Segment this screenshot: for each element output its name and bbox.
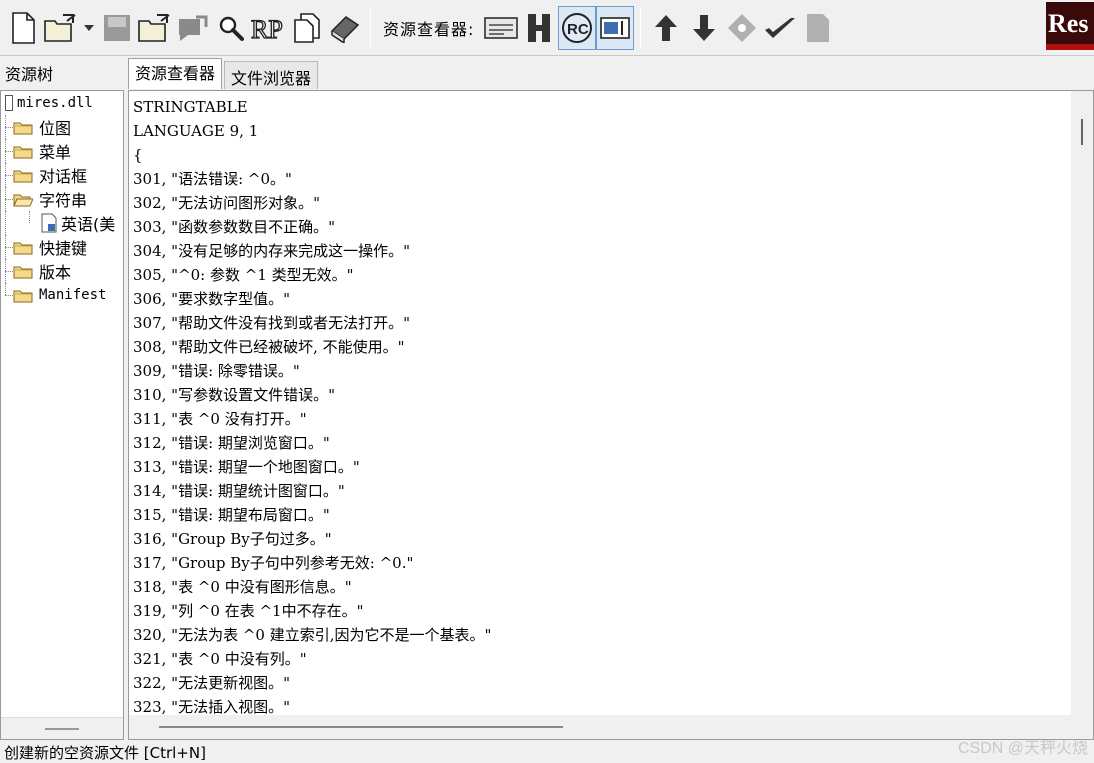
tree-item-string-english[interactable]: 英语(美 <box>1 211 123 235</box>
editor-line: 312, "错误: 期望浏览窗口。" <box>133 434 330 452</box>
editor-line: 301, "语法错误: ^0。" <box>133 170 292 188</box>
editor-line: 306, "要求数字型值。" <box>133 290 290 308</box>
save-icon[interactable] <box>98 6 136 50</box>
binary-view-icon[interactable] <box>482 6 520 50</box>
scrollbar-thumb[interactable] <box>45 728 79 730</box>
file-icon <box>5 95 13 111</box>
editor-line: 309, "错误: 除零错误。" <box>133 362 300 380</box>
copy-icon[interactable] <box>288 6 326 50</box>
editor-line: 321, "表 ^0 中没有列。" <box>133 650 307 668</box>
tree-item-bitmap[interactable]: 位图 <box>1 115 123 139</box>
status-bar: 创建新的空资源文件 [Ctrl+N] <box>4 744 206 762</box>
folder-icon <box>13 122 33 134</box>
editor-line: 317, "Group By子句中列参考无效: ^0." <box>133 554 414 572</box>
tree-item-label: Manifest <box>39 287 107 303</box>
editor-line: 311, "表 ^0 没有打开。" <box>133 410 307 428</box>
tree-item-label: 对话框 <box>39 167 88 186</box>
folder-icon <box>13 290 33 302</box>
folder-icon <box>13 266 33 278</box>
resource-editor[interactable]: STRINGTABLE LANGUAGE 9, 1 {301, "语法错误: ^0。… <box>128 90 1094 740</box>
checkmark-icon[interactable] <box>761 6 799 50</box>
arrow-up-icon[interactable] <box>647 6 685 50</box>
help-book-icon[interactable] <box>326 6 364 50</box>
rc-view-icon[interactable]: RC <box>558 5 597 50</box>
tree-horizontal-scrollbar[interactable] <box>1 717 123 739</box>
editor-line: 307, "帮助文件没有找到或者无法打开。" <box>133 314 410 332</box>
arrow-down-icon[interactable] <box>685 6 723 50</box>
view-tabs: 资源查看器 文件浏览器 <box>128 57 320 89</box>
editor-line: 305, "^0: 参数 ^1 类型无效。" <box>133 266 354 284</box>
tree-item-menu[interactable]: 菜单 <box>1 139 123 163</box>
tab-file-browser[interactable]: 文件浏览器 <box>224 61 319 89</box>
editor-line: 302, "无法访问图形对象。" <box>133 194 320 212</box>
editor-line: 322, "无法更新视图。" <box>133 674 290 692</box>
editor-line: 319, "列 ^0 在表 ^1中不存在。" <box>133 602 364 620</box>
folder-icon <box>13 242 33 254</box>
editor-line: 318, "表 ^0 中没有图形信息。" <box>133 578 352 596</box>
tree-item-accelerator[interactable]: 快捷键 <box>1 235 123 259</box>
editor-line: 304, "没有足够的内存来完成这一操作。" <box>133 242 410 260</box>
editor-line: 315, "错误: 期望布局窗口。" <box>133 506 330 524</box>
resource-tree: mires.dll 位图 菜单 对话框 字符串 英语(美 快捷键 版本 Mani… <box>0 90 124 740</box>
resource-tree-title: 资源树 <box>5 65 54 84</box>
watermark: CSDN @天秤火烧 <box>957 740 1088 757</box>
folder-icon <box>13 170 33 182</box>
tree-item-label: 位图 <box>39 119 72 138</box>
editor-line: LANGUAGE 9, 1 <box>133 122 259 140</box>
folder-icon <box>13 146 33 158</box>
tab-resource-viewer[interactable]: 资源查看器 <box>128 58 223 89</box>
resource-icon[interactable] <box>174 6 212 50</box>
tree-item-label: 版本 <box>39 263 72 282</box>
folder-open-icon <box>13 194 33 206</box>
svg-text:RC: RC <box>567 21 589 38</box>
tree-item-string[interactable]: 字符串 <box>1 187 123 211</box>
editor-line: 320, "无法为表 ^0 建立索引,因为它不是一个基表。" <box>133 626 492 644</box>
chevron-down-icon[interactable] <box>80 6 98 50</box>
tree-item-manifest[interactable]: Manifest <box>1 283 123 307</box>
search-icon[interactable] <box>212 6 250 50</box>
toolbar-separator <box>370 8 371 47</box>
open-folder-icon[interactable] <box>136 6 174 50</box>
toolbar-separator <box>640 8 642 47</box>
app-logo: Res <box>1046 2 1094 50</box>
move-icon[interactable] <box>723 6 761 50</box>
tree-item-label: 菜单 <box>39 143 72 162</box>
editor-line: 316, "Group By子句过多。" <box>133 530 332 548</box>
open-folder-icon[interactable] <box>42 6 80 50</box>
editor-line: 314, "错误: 期望统计图窗口。" <box>133 482 345 500</box>
editor-text[interactable]: STRINGTABLE LANGUAGE 9, 1 {301, "语法错误: ^0。… <box>133 97 1069 721</box>
replace-icon[interactable]: RP <box>250 6 288 50</box>
editor-line: STRINGTABLE <box>133 98 248 116</box>
editor-line: { <box>133 146 143 164</box>
page-icon[interactable] <box>799 6 837 50</box>
tree-root-label: mires.dll <box>17 95 93 111</box>
toolbar: RP 资源查看器: RC Res <box>0 0 1094 56</box>
editor-line: 303, "函数参数数目不正确。" <box>133 218 335 236</box>
tree-item-label: 字符串 <box>39 191 88 210</box>
header-view-icon[interactable] <box>520 6 558 50</box>
tree-item-version[interactable]: 版本 <box>1 259 123 283</box>
dialog-view-icon[interactable] <box>596 5 635 50</box>
scrollbar-thumb[interactable] <box>159 726 563 728</box>
svg-text:RP: RP <box>251 15 283 43</box>
scrollbar-thumb[interactable] <box>1081 119 1083 145</box>
tree-item-label: 英语(美 <box>61 215 116 234</box>
editor-vertical-scrollbar[interactable] <box>1071 91 1093 715</box>
string-file-icon <box>41 213 57 233</box>
new-file-icon[interactable] <box>4 6 42 50</box>
editor-horizontal-scrollbar[interactable] <box>129 715 1093 739</box>
editor-line: 313, "错误: 期望一个地图窗口。" <box>133 458 360 476</box>
editor-line: 308, "帮助文件已经被破坏, 不能使用。" <box>133 338 405 356</box>
tree-root[interactable]: mires.dll <box>1 91 123 115</box>
editor-line: 310, "写参数设置文件错误。" <box>133 386 335 404</box>
tree-item-dialog[interactable]: 对话框 <box>1 163 123 187</box>
viewer-label: 资源查看器: <box>383 19 475 39</box>
tree-item-label: 快捷键 <box>39 239 88 258</box>
